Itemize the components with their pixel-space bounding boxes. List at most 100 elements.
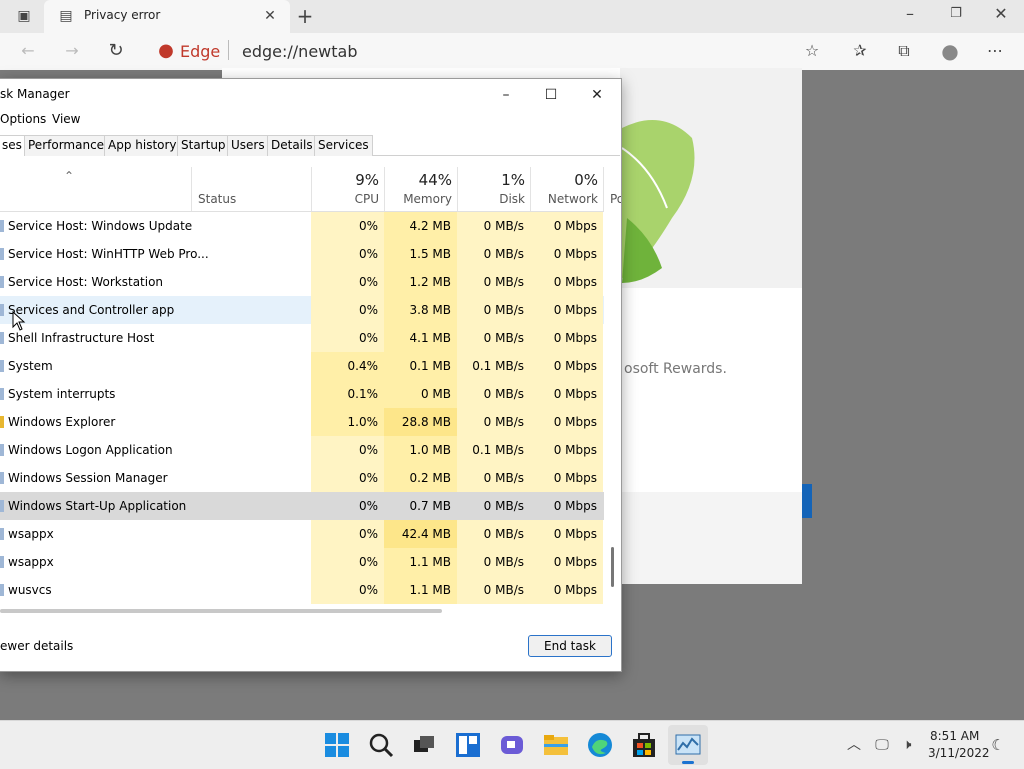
table-row[interactable]: wsappx 0% 42.4 MB 0 MB/s 0 Mbps [0,520,604,548]
menu-view[interactable]: View [52,112,80,126]
restore-icon[interactable]: ❐ [944,2,968,26]
tm-close-icon[interactable]: ✕ [577,83,617,107]
cell-net: 0 Mbps [530,408,603,436]
tab-services[interactable]: Services [314,135,373,156]
process-icon [0,332,4,344]
process-icon [0,444,4,456]
table-row[interactable]: System interrupts 0.1% 0 MB 0 MB/s 0 Mbps [0,380,604,408]
tm-maximize-icon[interactable]: ☐ [531,83,571,107]
address-brand: Edge [180,42,221,61]
page-primary-button-edge[interactable] [802,484,812,518]
chevron-up-icon[interactable]: ︿ [842,733,866,757]
cell-mem: 42.4 MB [384,520,457,548]
tab-processes[interactable]: ses [0,135,26,156]
cell-cpu: 0% [311,240,384,268]
notifications-icon[interactable]: ☾ [986,733,1010,757]
add-favorite-icon[interactable]: ☆ [800,39,824,63]
taskbar-active-app[interactable] [668,725,708,765]
tab-performance[interactable]: Performance [24,135,109,156]
back-icon[interactable]: ← [16,39,40,63]
tab-startup[interactable]: Startup [177,135,230,156]
process-table-header: ⌃ Status 9% CPU 44% Memory 1% Disk 0% Ne… [0,167,621,212]
process-icon [0,220,4,232]
col-cpu[interactable]: 9% CPU [311,167,385,211]
cell-cpu: 0% [358,499,378,513]
cell-net: 0 Mbps [530,464,603,492]
page-dialog-body [620,288,802,492]
forward-icon[interactable]: → [60,39,84,63]
browser-tab[interactable]: ▤ Privacy error ✕ [44,0,290,33]
col-memory[interactable]: 44% Memory [384,167,458,211]
cell-disk: 0 MB/s [457,268,530,296]
sort-up-icon[interactable]: ⌃ [64,169,74,183]
cell-cpu: 0% [311,324,384,352]
table-row[interactable]: Service Host: Workstation 0% 1.2 MB 0 MB/s 0… [0,268,604,296]
cell-net: 0 Mbps [530,380,603,408]
new-tab-icon[interactable]: + [293,4,317,28]
tab-close-icon[interactable]: ✕ [258,4,282,28]
tm-minimize-icon[interactable]: – [486,83,526,107]
col-power[interactable]: Po [603,167,621,211]
file-explorer-icon[interactable] [542,731,570,759]
process-icon [0,304,4,316]
table-row[interactable]: Service Host: WinHTTP Web Pro... 0% 1.5 MB… [0,240,604,268]
col-status[interactable]: Status [191,167,312,211]
volume-muted-icon[interactable]: 🕨 [895,733,919,757]
col-network[interactable]: 0% Network [530,167,604,211]
tab-actions-icon[interactable]: ▣ [12,4,36,28]
clock-time[interactable]: 8:51 AM [930,729,979,743]
table-row[interactable]: Windows Start-Up Application 0% 0.7 MB 0 MB… [0,492,604,520]
end-task-button[interactable]: End task [528,635,612,657]
minimize-icon[interactable]: – [898,2,922,26]
table-row[interactable]: System 0.4% 0.1 MB 0.1 MB/s 0 Mbps [0,352,604,380]
table-row[interactable]: Windows Logon Application 0% 1.0 MB 0.1 MB/… [0,436,604,464]
table-row[interactable]: wsappx 0% 1.1 MB 0 MB/s 0 Mbps [0,548,604,576]
collections-icon[interactable]: ⧉ [892,39,916,63]
memory-label: Memory [403,192,452,206]
task-manager-window: sk Manager – ☐ ✕ Options View ses Perfor… [0,78,622,672]
clock-date[interactable]: 3/11/2022 [928,746,990,760]
cell-disk: 0 MB/s [457,520,530,548]
tab-app-history[interactable]: App history [104,135,181,156]
table-row[interactable]: Windows Explorer 1.0% 28.8 MB 0 MB/s 0 Mbps [0,408,604,436]
search-icon[interactable] [367,731,395,759]
tab-details[interactable]: Details [267,135,317,156]
widgets-icon[interactable] [454,731,482,759]
network-total: 0% [574,171,598,189]
menu-options[interactable]: Options [0,112,46,126]
network-monitor-icon[interactable]: 🖵 [870,733,894,757]
start-windows-icon[interactable] [323,731,351,759]
col-disk[interactable]: 1% Disk [457,167,531,211]
tab-title: Privacy error [84,8,161,22]
cell-disk: 0 MB/s [457,408,530,436]
favorites-icon[interactable]: ✰ [848,39,872,63]
table-row[interactable]: Service Host: Windows Update 0% 4.2 MB 0 MB… [0,212,604,240]
table-row[interactable]: Windows Session Manager 0% 0.2 MB 0 MB/s 0 M… [0,464,604,492]
profile-avatar-icon[interactable]: ● [938,39,962,63]
chat-icon[interactable] [498,731,526,759]
process-name: wusvcs [8,583,52,597]
cell-cpu: 0% [311,296,384,324]
fewer-details-link[interactable]: ewer details [0,639,73,653]
refresh-icon[interactable]: ↻ [104,39,128,63]
horizontal-scrollbar[interactable] [0,609,442,613]
table-row[interactable]: Services and Controller app 0% 3.8 MB 0 MB/… [0,296,604,324]
more-options-icon[interactable]: ⋯ [983,39,1007,63]
edge-security-icon[interactable]: ● [154,39,178,63]
process-icon [0,528,4,540]
cell-net: 0 Mbps [530,576,603,604]
close-icon[interactable]: ✕ [989,2,1013,26]
cell-net: 0 Mbps [530,352,603,380]
store-icon[interactable] [630,731,658,759]
task-view-icon[interactable] [410,731,438,759]
table-row[interactable]: wusvcs 0% 1.1 MB 0 MB/s 0 Mbps [0,576,604,604]
address-bar-url[interactable]: edge://newtab [242,42,357,61]
cell-cpu: 1.0% [311,408,384,436]
vertical-scrollbar[interactable] [611,547,614,587]
table-row[interactable]: Shell Infrastructure Host 0% 4.1 MB 0 MB/s 0… [0,324,604,352]
tab-users[interactable]: Users [227,135,269,156]
edge-browser-icon[interactable] [586,731,614,759]
disk-total: 1% [501,171,525,189]
page-document-icon: ▤ [59,8,73,24]
process-icon [0,584,4,596]
